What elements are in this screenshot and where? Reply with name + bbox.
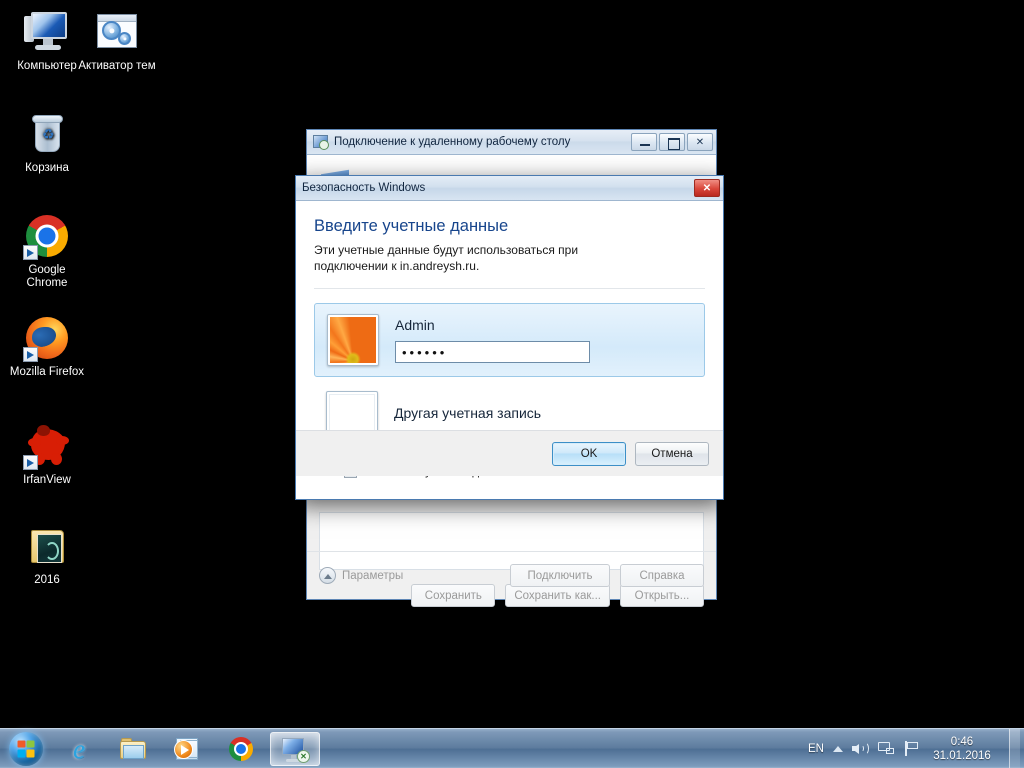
clock[interactable]: 0:46 31.01.2016	[930, 735, 994, 763]
system-tray[interactable]: EN 0:46 31.01.2016	[808, 728, 1024, 768]
divider	[314, 288, 705, 289]
show-desktop-button[interactable]	[1009, 728, 1020, 768]
account-name: Другая учетная запись	[394, 405, 542, 421]
clock-time: 0:46	[950, 735, 974, 748]
chevron-up-icon[interactable]	[833, 745, 843, 752]
maximize-button[interactable]	[659, 133, 685, 151]
language-indicator[interactable]: EN	[808, 743, 824, 755]
security-dialog-body: Введите учетные данные Эти учетные данны…	[296, 201, 723, 478]
windows-logo-icon	[9, 731, 43, 766]
security-description: Эти учетные данные будут использоваться …	[314, 243, 579, 273]
taskbar-item-internet-explorer[interactable]: e	[54, 732, 104, 766]
security-title-bar[interactable]: Безопасность Windows ✕	[296, 176, 723, 201]
taskbar-item-google-chrome[interactable]	[216, 732, 266, 766]
desktop-icon-label: Mozilla Firefox	[9, 366, 85, 378]
irfanview-icon	[23, 422, 71, 470]
help-button[interactable]: Справка	[620, 564, 704, 587]
taskbar-item-explorer[interactable]	[108, 732, 158, 766]
desktop-icon-label: Google Chrome	[26, 264, 68, 289]
desktop-icon-google-chrome[interactable]: Google Chrome	[8, 212, 86, 290]
remote-desktop-icon: ✕	[280, 734, 310, 764]
shortcut-arrow-icon	[23, 455, 38, 470]
security-window-controls: ✕	[694, 179, 720, 197]
security-dialog-title: Безопасность Windows	[302, 182, 426, 194]
desktop-icon-label: Активатор тем	[78, 60, 156, 72]
taskbar-item-remote-desktop[interactable]: ✕	[270, 731, 320, 766]
desktop-icon-label: Корзина	[25, 162, 69, 174]
password-input[interactable]: ••••••	[395, 341, 590, 363]
taskbar-item-media-player[interactable]	[162, 732, 212, 766]
desktop-icon-folder-2016[interactable]: 2016	[8, 522, 86, 587]
close-icon[interactable]: ✕	[687, 133, 713, 151]
google-chrome-icon	[226, 734, 256, 764]
minimize-button[interactable]	[631, 133, 657, 151]
network-icon[interactable]	[878, 740, 895, 757]
desktop-icon-computer[interactable]: Компьютер	[8, 8, 86, 73]
recycle-bin-icon: ♻	[23, 110, 71, 158]
options-toggle[interactable]: Параметры	[319, 567, 403, 584]
desktop-icon-label: IrfanView	[23, 474, 71, 486]
chevron-up-icon	[319, 567, 336, 584]
clock-date: 31.01.2016	[933, 749, 991, 762]
flag-icon[interactable]	[904, 740, 921, 757]
mozilla-firefox-icon	[23, 314, 71, 362]
shortcut-arrow-icon	[23, 245, 38, 260]
computer-monitor-icon	[23, 8, 71, 56]
folder-icon	[23, 522, 71, 570]
credential-tile-admin[interactable]: Admin ••••••	[314, 303, 705, 377]
taskbar[interactable]: e ✕ EN 0:46 31.01.2016	[0, 728, 1024, 768]
security-heading: Введите учетные данные	[314, 217, 509, 235]
options-label: Параметры	[342, 569, 404, 582]
rdp-window-title: Подключение к удаленному рабочему столу	[334, 136, 571, 148]
desktop-icon-irfanview[interactable]: IrfanView	[8, 422, 86, 487]
google-chrome-icon	[23, 212, 71, 260]
theme-activator-gears-icon	[93, 8, 141, 56]
close-icon[interactable]: ✕	[694, 179, 720, 197]
account-name: Admin	[395, 317, 435, 333]
windows-security-dialog[interactable]: Безопасность Windows ✕ Введите учетные д…	[295, 175, 724, 500]
rdp-footer: Параметры Подключить Справка	[307, 551, 716, 599]
desktop-icon-theme-activator[interactable]: Активатор тем	[78, 8, 156, 73]
shortcut-arrow-icon	[23, 347, 38, 362]
windows-media-player-icon	[172, 734, 202, 764]
security-dialog-footer: OK Отмена	[296, 430, 723, 476]
internet-explorer-icon: e	[73, 733, 85, 764]
ok-button[interactable]: OK	[552, 441, 626, 466]
windows-explorer-icon	[118, 734, 148, 764]
speaker-icon[interactable]	[852, 740, 869, 757]
start-button[interactable]	[2, 730, 50, 768]
flower-avatar-icon	[327, 314, 379, 366]
cancel-button[interactable]: Отмена	[635, 441, 709, 466]
rdp-title-bar[interactable]: Подключение к удаленному рабочему столу …	[307, 130, 716, 155]
desktop-icon-recycle-bin[interactable]: ♻ Корзина	[8, 110, 86, 175]
desktop-icon-mozilla-firefox[interactable]: Mozilla Firefox	[8, 314, 86, 379]
connect-button[interactable]: Подключить	[510, 564, 610, 587]
remote-desktop-icon	[313, 135, 329, 150]
desktop-icon-label: Компьютер	[17, 60, 77, 72]
rdp-window-controls: ✕	[631, 133, 713, 151]
desktop-icon-label: 2016	[34, 574, 60, 586]
